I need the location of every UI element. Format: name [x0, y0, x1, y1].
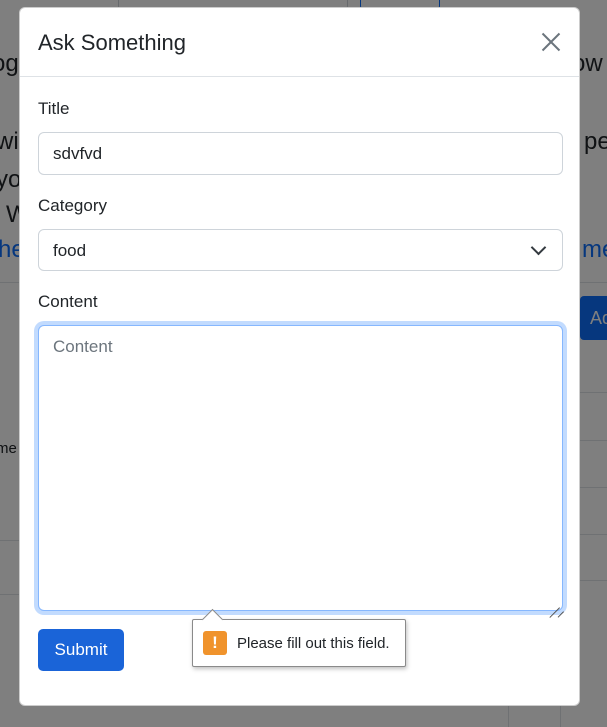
category-label: Category [38, 196, 107, 215]
modal-title: Ask Something [38, 30, 186, 55]
validation-tooltip: ! Please fill out this field. [192, 619, 406, 667]
ask-something-modal: Ask Something Title sdvfvd Category food… [19, 7, 580, 706]
content-textarea[interactable]: Content [38, 325, 563, 611]
content-label: Content [38, 292, 98, 311]
category-selected-value: food [53, 241, 87, 260]
title-label: Title [38, 99, 70, 118]
chevron-down-icon [530, 239, 547, 256]
category-select[interactable]: food [38, 229, 563, 271]
validation-message: Please fill out this field. [237, 634, 390, 652]
warning-icon: ! [203, 631, 227, 655]
close-icon[interactable] [537, 28, 565, 56]
title-input[interactable]: sdvfvd [38, 132, 563, 175]
modal-header: Ask Something [20, 8, 579, 77]
submit-button[interactable]: Submit [38, 629, 124, 671]
